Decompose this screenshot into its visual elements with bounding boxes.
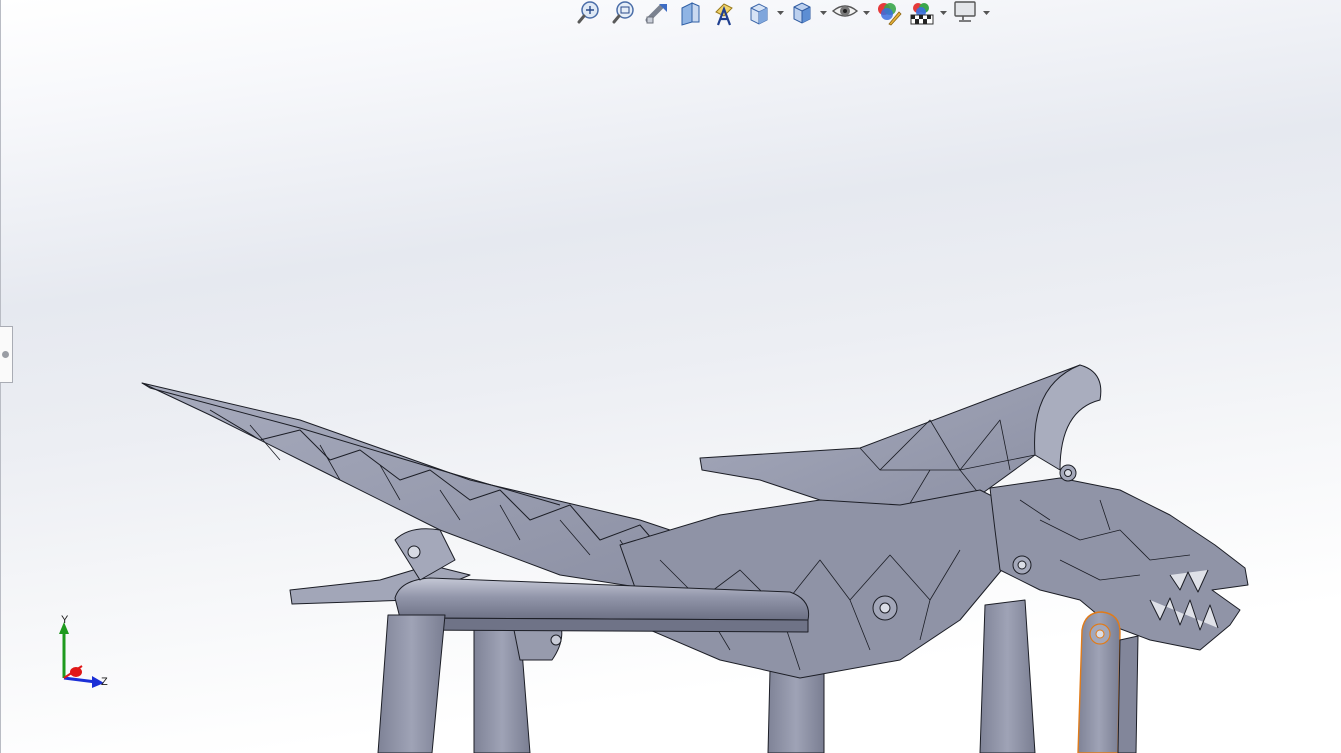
jaw-link-selected[interactable] [1077, 611, 1139, 753]
triad-y-label: Y [61, 614, 69, 626]
left-front-leg[interactable] [377, 528, 456, 753]
right-front-leg[interactable] [979, 599, 1036, 753]
triad-z-label: Z [101, 676, 108, 688]
dragon-body[interactable] [619, 489, 1021, 679]
reference-triad: Y Z [52, 612, 122, 694]
left-back-leg[interactable] [473, 619, 563, 753]
dragon-assembly-model[interactable] [0, 0, 1341, 753]
dragon-head[interactable] [989, 464, 1249, 651]
